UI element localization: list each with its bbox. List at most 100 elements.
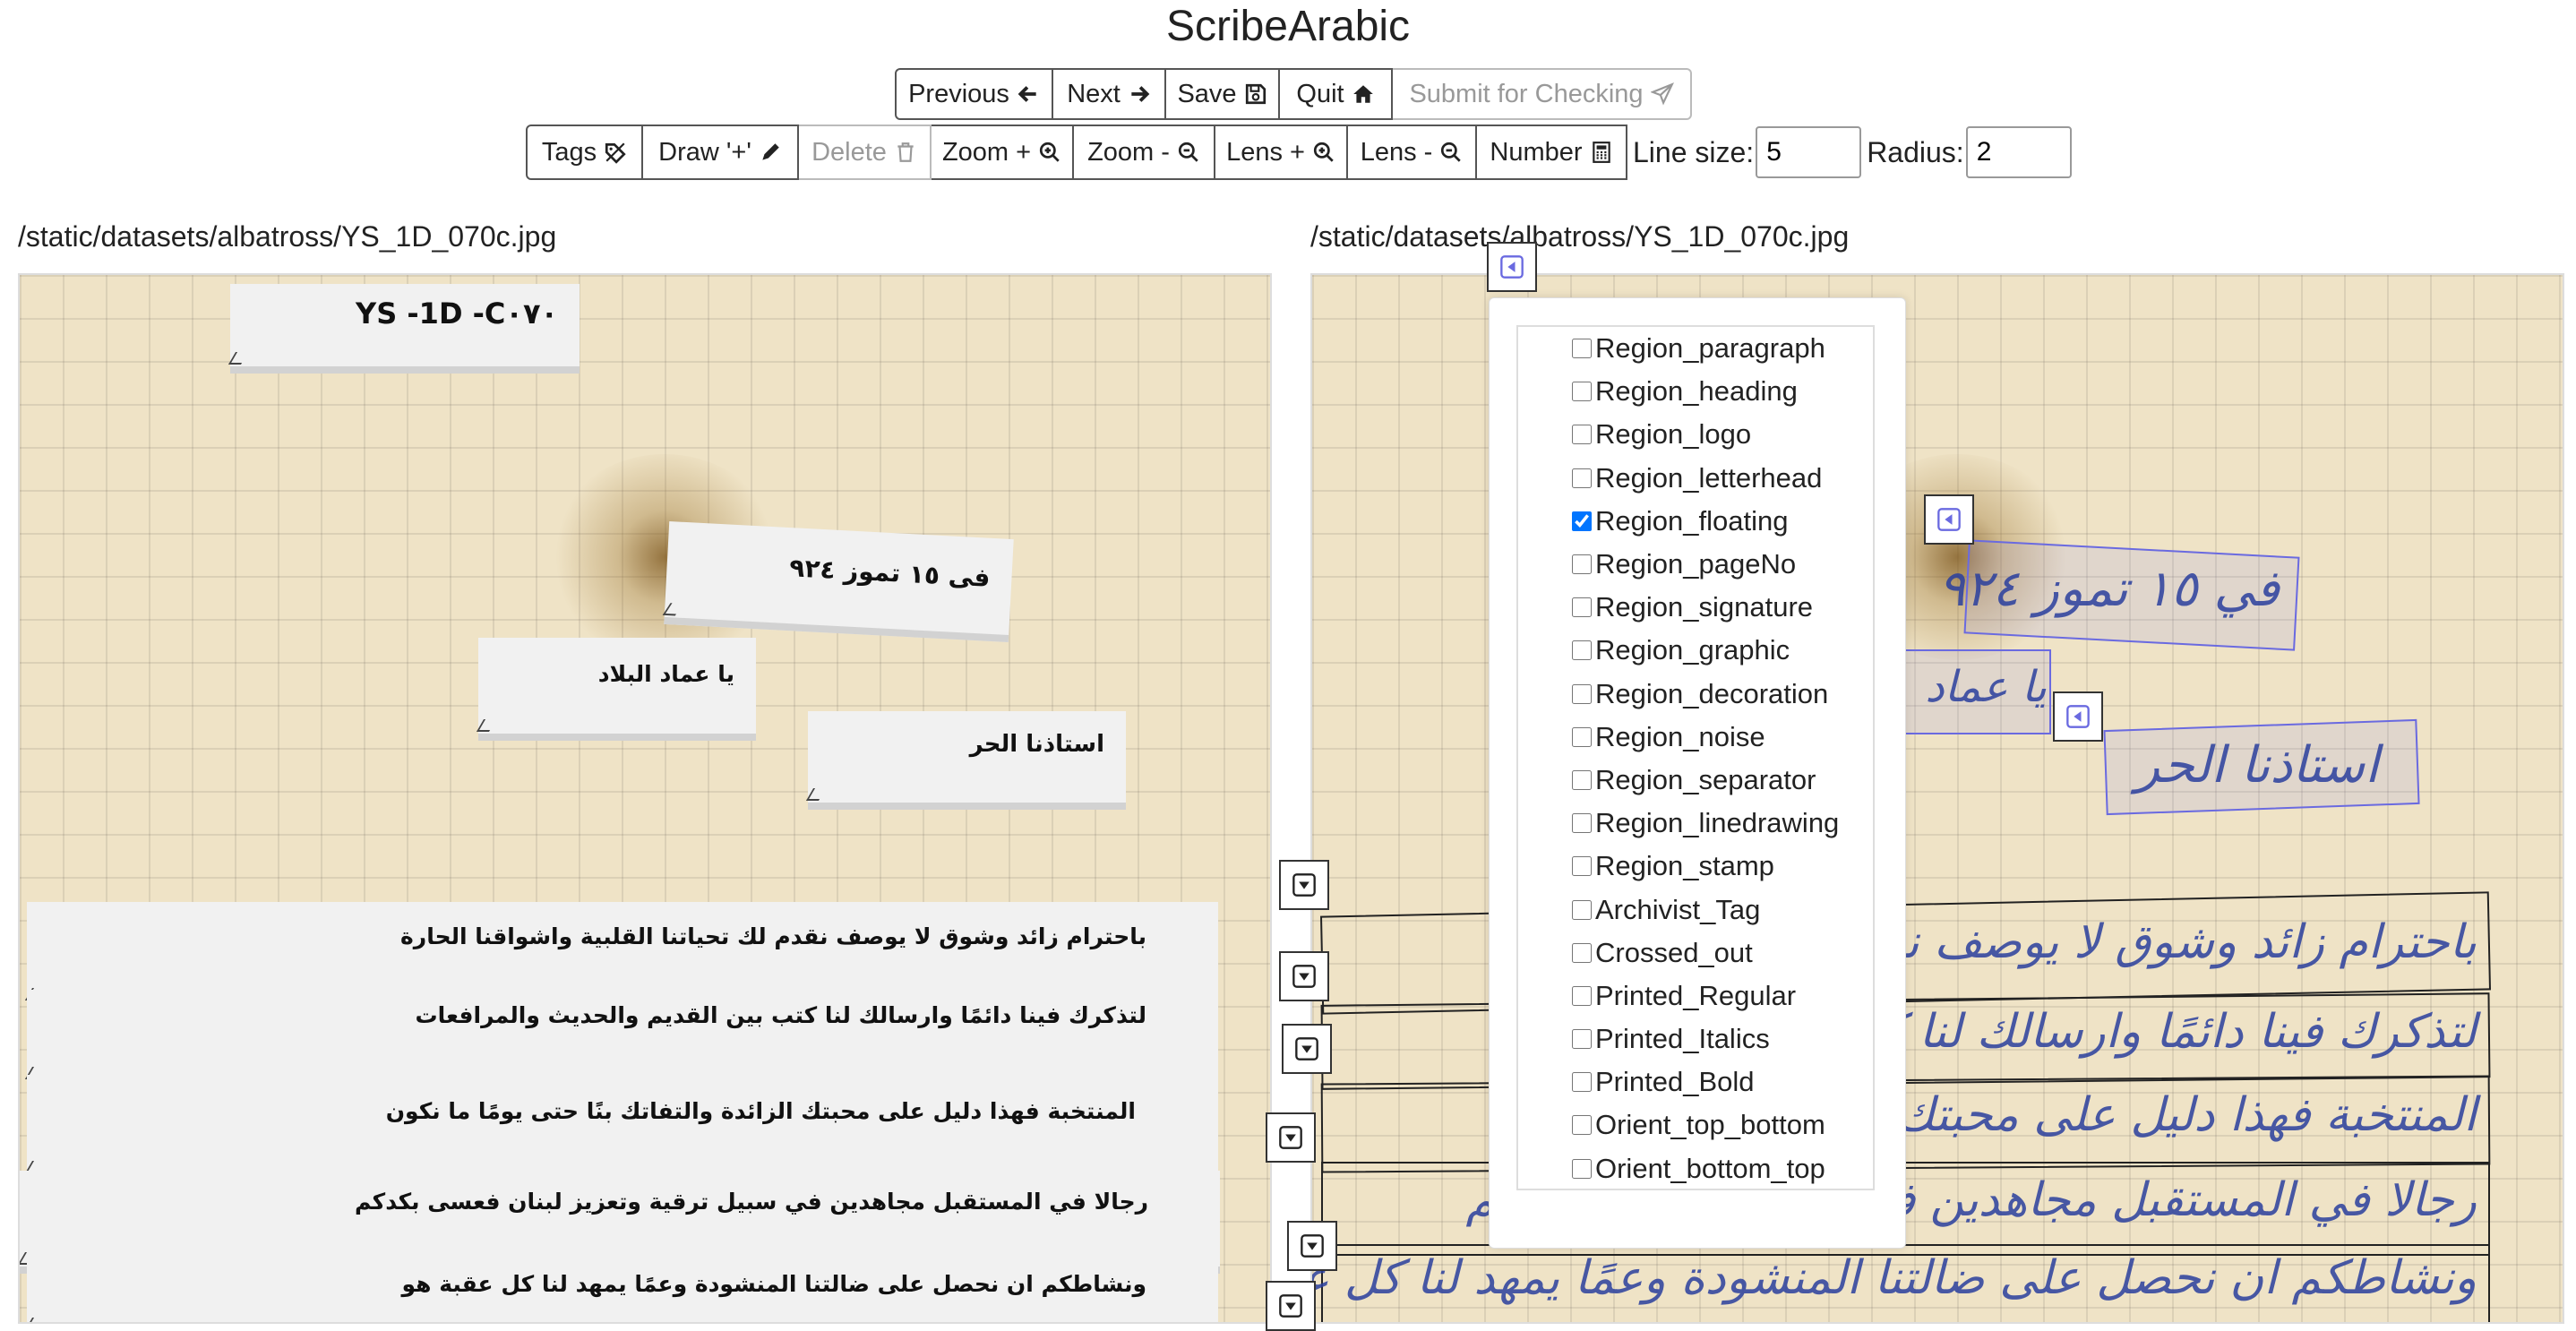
zoom-in-icon <box>1038 141 1061 164</box>
tags-button[interactable]: Tags <box>526 125 643 180</box>
tag-option[interactable]: Printed_Italics <box>1518 1018 1873 1061</box>
previous-button[interactable]: Previous <box>895 68 1053 120</box>
caret-down-square-icon <box>1295 1037 1318 1061</box>
lens-in-button[interactable]: Lens + <box>1215 125 1348 180</box>
tag-checkbox[interactable] <box>1572 640 1592 661</box>
tag-list[interactable]: Region_paragraph Region_heading Region_log… <box>1516 325 1875 1190</box>
left-transcription-panel[interactable]: YS -1D -C٠٧٠ فی ١٥ تموز ٩٢٤ يا عماد البل… <box>18 273 1272 1324</box>
line-textbox[interactable]: المنتخبة فهذا دليل على محبتك الزائدة وال… <box>24 1075 1218 1182</box>
delete-button[interactable]: Delete <box>799 125 932 180</box>
tag-checkbox[interactable] <box>1572 1115 1592 1136</box>
line-text: رجالا في المستقبل مجاهدين في سبيل ترقية … <box>355 1189 1148 1215</box>
tag-checkbox[interactable] <box>1572 554 1592 575</box>
line-menu-toggle[interactable] <box>1279 860 1329 910</box>
line-menu-toggle[interactable] <box>1279 951 1329 1001</box>
greeting-script: يا عماد <box>1925 662 2047 712</box>
draw-button[interactable]: Draw '+' <box>643 125 799 180</box>
zoom-in-label: Zoom + <box>941 137 1032 167</box>
tag-checkbox[interactable] <box>1572 769 1592 790</box>
line-size-input[interactable] <box>1756 126 1862 178</box>
region-menu-toggle[interactable] <box>1924 494 1974 545</box>
tag-checkbox[interactable] <box>1572 468 1592 488</box>
app-title: ScribeArabic <box>1165 3 1411 50</box>
tag-option[interactable]: Printed_Regular <box>1518 975 1873 1018</box>
script-line: ونشاطكم ان نحصل على ضالتنا المنشودة وعمً… <box>1312 1251 2477 1305</box>
home-icon <box>1352 82 1375 106</box>
tag-checkbox[interactable] <box>1572 985 1592 1006</box>
tag-checkbox[interactable] <box>1572 813 1592 834</box>
resize-handle[interactable] <box>476 719 497 732</box>
floppy-icon <box>1244 82 1267 106</box>
line-menu-toggle[interactable] <box>1266 1112 1316 1163</box>
draw-label: Draw '+' <box>658 137 751 167</box>
tag-checkbox[interactable] <box>1572 511 1592 531</box>
tag-option[interactable]: Archivist_Tag <box>1518 888 1873 931</box>
radius-input[interactable] <box>1965 126 2072 178</box>
tag-checkbox[interactable] <box>1572 726 1592 747</box>
teacher-textbox[interactable]: استاذنا الحر <box>805 711 1126 810</box>
line-menu-toggle[interactable] <box>1287 1221 1337 1271</box>
tag-option[interactable]: Region_letterhead <box>1518 457 1873 500</box>
tag-option[interactable]: Orient_bottom_top <box>1518 1147 1873 1189</box>
tag-option[interactable]: Region_decoration <box>1518 673 1873 716</box>
header-textbox[interactable]: YS -1D -C٠٧٠ <box>228 284 580 374</box>
header-text: YS -1D -C٠٧٠ <box>356 296 558 331</box>
tag-option[interactable]: Region_logo <box>1518 413 1873 456</box>
tag-label: Orient_bottom_top <box>1595 1152 1825 1184</box>
tag-option[interactable]: Region_signature <box>1518 586 1873 629</box>
tag-checkbox[interactable] <box>1572 1072 1592 1093</box>
caret-down-square-icon <box>1292 965 1316 988</box>
tag-checkbox[interactable] <box>1572 856 1592 877</box>
lens-out-button[interactable]: Lens - <box>1348 125 1477 180</box>
save-button[interactable]: Save <box>1166 68 1280 120</box>
tag-option[interactable]: Region_linedrawing <box>1518 802 1873 845</box>
tag-option[interactable]: Region_heading <box>1518 370 1873 413</box>
tag-option[interactable]: Region_pageNo <box>1518 543 1873 586</box>
line-menu-toggle[interactable] <box>1282 1024 1332 1074</box>
right-image-path: /static/datasets/albatross/YS_1D_070c.jp… <box>1310 220 1850 253</box>
tag-checkbox[interactable] <box>1572 425 1592 445</box>
quit-button[interactable]: Quit <box>1280 68 1393 120</box>
tag-checkbox[interactable] <box>1572 382 1592 402</box>
zoom-out-button[interactable]: Zoom - <box>1074 125 1215 180</box>
tag-checkbox[interactable] <box>1572 339 1592 359</box>
tag-option[interactable]: Orient_top_bottom <box>1518 1103 1873 1146</box>
region-menu-toggle[interactable] <box>2053 691 2103 742</box>
tag-checkbox[interactable] <box>1572 942 1592 963</box>
next-button[interactable]: Next <box>1053 68 1166 120</box>
tag-label: Region_stamp <box>1595 850 1774 882</box>
zoom-in-button[interactable]: Zoom + <box>932 125 1074 180</box>
line-textbox[interactable]: لتذكرك فينا دائمًا وارسالك لنا كتب بين ا… <box>24 990 1218 1088</box>
tag-option[interactable]: Region_paragraph <box>1518 327 1873 370</box>
caret-down-square-icon <box>1301 1234 1324 1258</box>
tag-label: Printed_Regular <box>1595 979 1797 1011</box>
tag-option[interactable]: Crossed_out <box>1518 932 1873 975</box>
resize-handle[interactable] <box>805 788 827 801</box>
tag-option[interactable]: Region_graphic <box>1518 629 1873 672</box>
tag-option[interactable]: Region_noise <box>1518 716 1873 759</box>
resize-handle[interactable] <box>228 352 249 365</box>
submit-for-checking-button[interactable]: Submit for Checking <box>1393 68 1692 120</box>
tag-label: Archivist_Tag <box>1595 893 1761 925</box>
save-label: Save <box>1177 79 1237 108</box>
tag-label: Region_graphic <box>1595 634 1790 666</box>
lens-in-label: Lens + <box>1226 137 1305 167</box>
tag-checkbox[interactable] <box>1572 597 1592 618</box>
tag-option[interactable]: Region_stamp <box>1518 845 1873 888</box>
pencil-icon <box>759 141 782 164</box>
greeting-textbox[interactable]: يا عماد البلاد <box>476 638 756 741</box>
caret-left-square-icon <box>2066 705 2090 728</box>
tag-option[interactable]: Region_separator <box>1518 759 1873 802</box>
resize-handle[interactable] <box>24 1318 46 1322</box>
tag-checkbox[interactable] <box>1572 899 1592 920</box>
resize-handle[interactable] <box>662 603 683 616</box>
tag-option[interactable]: Printed_Bold <box>1518 1061 1873 1103</box>
tag-checkbox[interactable] <box>1572 1029 1592 1050</box>
date-textbox[interactable]: فی ١٥ تموز ٩٢٤ <box>662 521 1014 642</box>
tag-checkbox[interactable] <box>1572 1158 1592 1179</box>
region-menu-toggle[interactable] <box>1487 242 1537 292</box>
tag-option[interactable]: Region_floating <box>1518 500 1873 543</box>
line-textbox[interactable]: ونشاطكم ان نحصل على ضالتنا المنشودة وعمً… <box>24 1241 1218 1322</box>
number-button[interactable]: Number <box>1477 125 1627 180</box>
tag-checkbox[interactable] <box>1572 683 1592 704</box>
